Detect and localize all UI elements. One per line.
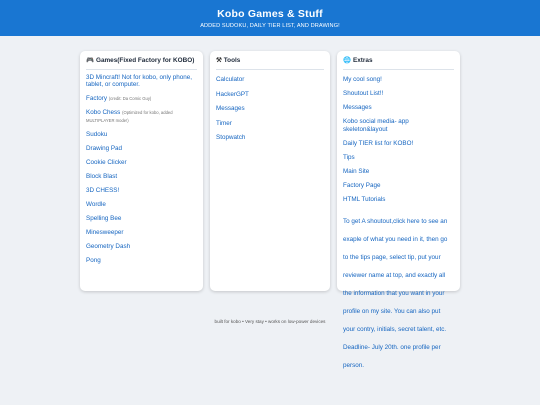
games-link-label: 3D Mincraft! Not for kobo, only phone, t… bbox=[86, 74, 193, 89]
tools-link-label: Stopwatch bbox=[216, 134, 246, 142]
games-link-label: Geometry Dash bbox=[86, 242, 131, 250]
gamepad-icon: 🎮 bbox=[86, 57, 94, 64]
tools-icon: ⚒ bbox=[216, 57, 222, 64]
extras-link-label: Tips bbox=[343, 153, 355, 161]
tools-link[interactable]: Messages bbox=[216, 105, 324, 112]
games-title-text: Games(Fixed Factory for KOBO) bbox=[95, 57, 195, 64]
extras-card-title: 🌐 Extras bbox=[343, 57, 454, 70]
games-link-label: Block Blast bbox=[86, 172, 118, 180]
games-link[interactable]: Minesweeper bbox=[86, 229, 197, 236]
games-card-title: 🎮 Games(Fixed Factory for KOBO) bbox=[86, 57, 197, 70]
shoutout-info-link[interactable]: To get A shoutout,click here to see an e… bbox=[343, 218, 447, 369]
games-link[interactable]: Cookie Clicker bbox=[86, 159, 197, 166]
extras-link[interactable]: Kobo social media- app skeleton&layout bbox=[343, 118, 454, 133]
tools-link-label: HackerGPT bbox=[216, 90, 249, 98]
site-subtitle: ADDED SUDOKU, DAILY TIER LIST, AND DRAWI… bbox=[200, 23, 340, 29]
site-title: Kobo Games & Stuff bbox=[217, 8, 323, 20]
games-link-label: Kobo Chess bbox=[86, 109, 121, 117]
extras-link[interactable]: Messages bbox=[343, 104, 454, 111]
games-link[interactable]: Pong bbox=[86, 257, 197, 264]
games-link[interactable]: Wordle bbox=[86, 201, 197, 208]
extras-link-label: My cool song! bbox=[343, 76, 382, 83]
games-link-label: Wordle bbox=[86, 200, 106, 208]
games-card: 🎮 Games(Fixed Factory for KOBO) 3D Mincra… bbox=[80, 51, 203, 291]
tools-link[interactable]: Timer bbox=[216, 120, 324, 127]
tools-link[interactable]: Calculator bbox=[216, 76, 324, 83]
extras-link[interactable]: Main Site bbox=[343, 168, 454, 175]
games-link[interactable]: 3D Mincraft! Not for kobo, only phone, t… bbox=[86, 74, 197, 89]
games-link-label: Sudoku bbox=[86, 130, 108, 138]
site-header: Kobo Games & Stuff ADDED SUDOKU, DAILY T… bbox=[0, 0, 540, 36]
extras-link-label: Shoutout List!! bbox=[343, 90, 384, 98]
games-link[interactable]: Sudoku bbox=[86, 131, 197, 138]
games-link-note: (credit: Da Comic Guy) bbox=[108, 96, 152, 102]
extras-link-label: HTML Tutorials bbox=[343, 196, 386, 204]
games-link[interactable]: Kobo Chess (Optimized for kobo, added MU… bbox=[86, 109, 197, 124]
extras-title-text: Extras bbox=[352, 57, 373, 64]
extras-link[interactable]: Tips bbox=[343, 154, 454, 161]
extras-link-label: Factory Page bbox=[343, 182, 381, 190]
games-link[interactable]: Block Blast bbox=[86, 173, 197, 180]
tools-link-label: Messages bbox=[216, 105, 245, 113]
tools-link[interactable]: HackerGPT bbox=[216, 91, 324, 98]
extras-link[interactable]: Factory Page bbox=[343, 182, 454, 189]
games-link-label: Cookie Clicker bbox=[86, 158, 127, 166]
extras-link-label: Kobo social media- app skeleton&layout bbox=[343, 118, 409, 133]
tools-card-title: ⚒ Tools bbox=[216, 57, 324, 70]
games-link[interactable]: Spelling Bee bbox=[86, 215, 197, 222]
games-link[interactable]: Geometry Dash bbox=[86, 243, 197, 250]
extras-card: 🌐 Extras My cool song! Shoutout List!! Mess… bbox=[337, 51, 460, 369]
extras-link-label: Daily TIER list for KOBO! bbox=[343, 139, 414, 147]
games-link[interactable]: Drawing Pad bbox=[86, 145, 197, 152]
extras-link-label: Messages bbox=[343, 104, 372, 112]
games-link-label: Pong bbox=[86, 256, 101, 264]
games-link-label: Factory bbox=[86, 95, 107, 103]
games-link-label: Spelling Bee bbox=[86, 214, 122, 222]
tools-link-label: Calculator bbox=[216, 76, 245, 83]
tools-link-label: Timer bbox=[216, 119, 232, 127]
games-link[interactable]: Factory (credit: Da Comic Guy) bbox=[86, 95, 197, 102]
games-link-label: Drawing Pad bbox=[86, 144, 123, 152]
games-link[interactable]: 3D CHESS! bbox=[86, 187, 197, 194]
games-link-label: Minesweeper bbox=[86, 228, 124, 236]
tools-link[interactable]: Stopwatch bbox=[216, 134, 324, 141]
footer-text: built for kobo • Very stay • works on lo… bbox=[214, 319, 326, 324]
extras-link-label: Main Site bbox=[343, 167, 370, 175]
extras-link[interactable]: Shoutout List!! bbox=[343, 90, 454, 97]
games-link-label: 3D CHESS! bbox=[86, 186, 120, 194]
globe-icon: 🌐 bbox=[343, 57, 351, 64]
extras-link[interactable]: HTML Tutorials bbox=[343, 196, 454, 203]
extras-link[interactable]: My cool song! bbox=[343, 76, 454, 83]
tools-title-text: Tools bbox=[223, 57, 241, 64]
extras-link[interactable]: Daily TIER list for KOBO! bbox=[343, 140, 454, 147]
tools-card: ⚒ Tools Calculator HackerGPT Messages Timer S… bbox=[210, 51, 330, 291]
